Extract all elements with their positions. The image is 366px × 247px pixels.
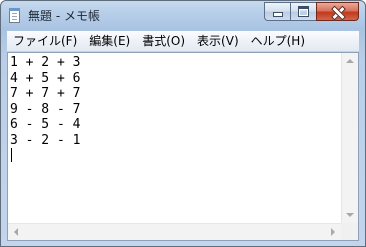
menu-bar: ファイル(F) 編集(E) 書式(O) 表示(V) ヘルプ(H) [7,31,359,52]
maximize-icon [298,6,309,17]
menu-edit[interactable]: 編集(E) [83,31,136,51]
text-line: 1 + 2 + 3 [10,55,81,70]
notepad-icon[interactable] [9,8,20,23]
menu-file[interactable]: ファイル(F) [7,31,83,51]
maximize-button[interactable] [290,2,316,21]
text-line: 7 + 7 + 7 [10,86,81,101]
scroll-up-icon[interactable] [346,59,354,63]
minimize-icon [272,12,283,17]
text-caret [11,148,12,162]
text-content[interactable]: 1 + 2 + 3 4 + 5 + 6 7 + 7 + 7 9 - 8 - 7 … [10,55,339,222]
caption-buttons [264,2,359,21]
text-line: 9 - 8 - 7 [10,101,81,117]
text-line: 3 - 2 - 1 [10,132,81,148]
scroll-right-icon[interactable] [331,228,335,236]
title-bar[interactable]: 無題 - メモ帳 [1,1,365,31]
minimize-button[interactable] [264,2,290,21]
text-editor[interactable]: 1 + 2 + 3 4 + 5 + 6 7 + 7 + 7 9 - 8 - 7 … [7,52,359,241]
scroll-down-icon[interactable] [346,213,354,217]
close-icon [332,6,344,18]
text-line: 4 + 5 + 6 [10,70,81,86]
menu-format[interactable]: 書式(O) [136,31,191,51]
vertical-scrollbar[interactable] [341,53,358,223]
horizontal-scrollbar[interactable] [8,223,341,240]
window-title: 無題 - メモ帳 [28,9,100,23]
close-button[interactable] [316,2,359,21]
notepad-window: 無題 - メモ帳 ファイル(F) 編集(E) 書式(O) 表示(V) ヘルプ(H… [0,0,366,247]
scroll-left-icon[interactable] [14,228,18,236]
menu-help[interactable]: ヘルプ(H) [245,31,311,51]
resize-grip[interactable] [341,223,358,240]
menu-view[interactable]: 表示(V) [191,31,245,51]
text-line: 6 - 5 - 4 [10,117,81,132]
